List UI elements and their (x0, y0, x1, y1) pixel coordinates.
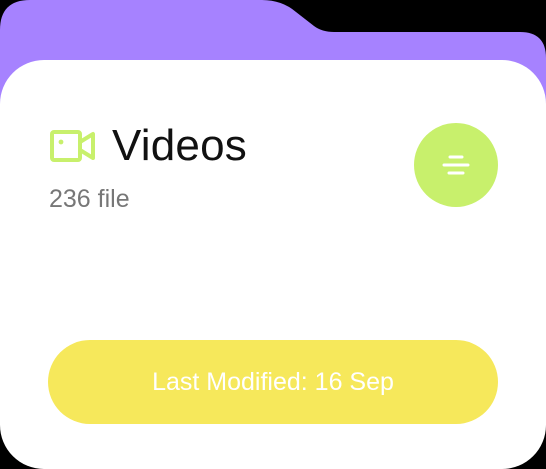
folder-card-widget: Videos 236 file Last Modified: 16 Sep (0, 0, 546, 469)
last-modified-label: Last Modified: 16 Sep (152, 368, 394, 396)
video-camera-icon (50, 129, 96, 163)
last-modified-badge: Last Modified: 16 Sep (48, 340, 498, 424)
menu-lines-icon (441, 154, 471, 176)
file-count: 236 file (49, 185, 130, 213)
folder-title: Videos (112, 121, 247, 170)
folder-card[interactable]: Videos 236 file Last Modified: 16 Sep (0, 60, 546, 469)
menu-button[interactable] (414, 123, 498, 207)
title-row: Videos (50, 122, 247, 170)
